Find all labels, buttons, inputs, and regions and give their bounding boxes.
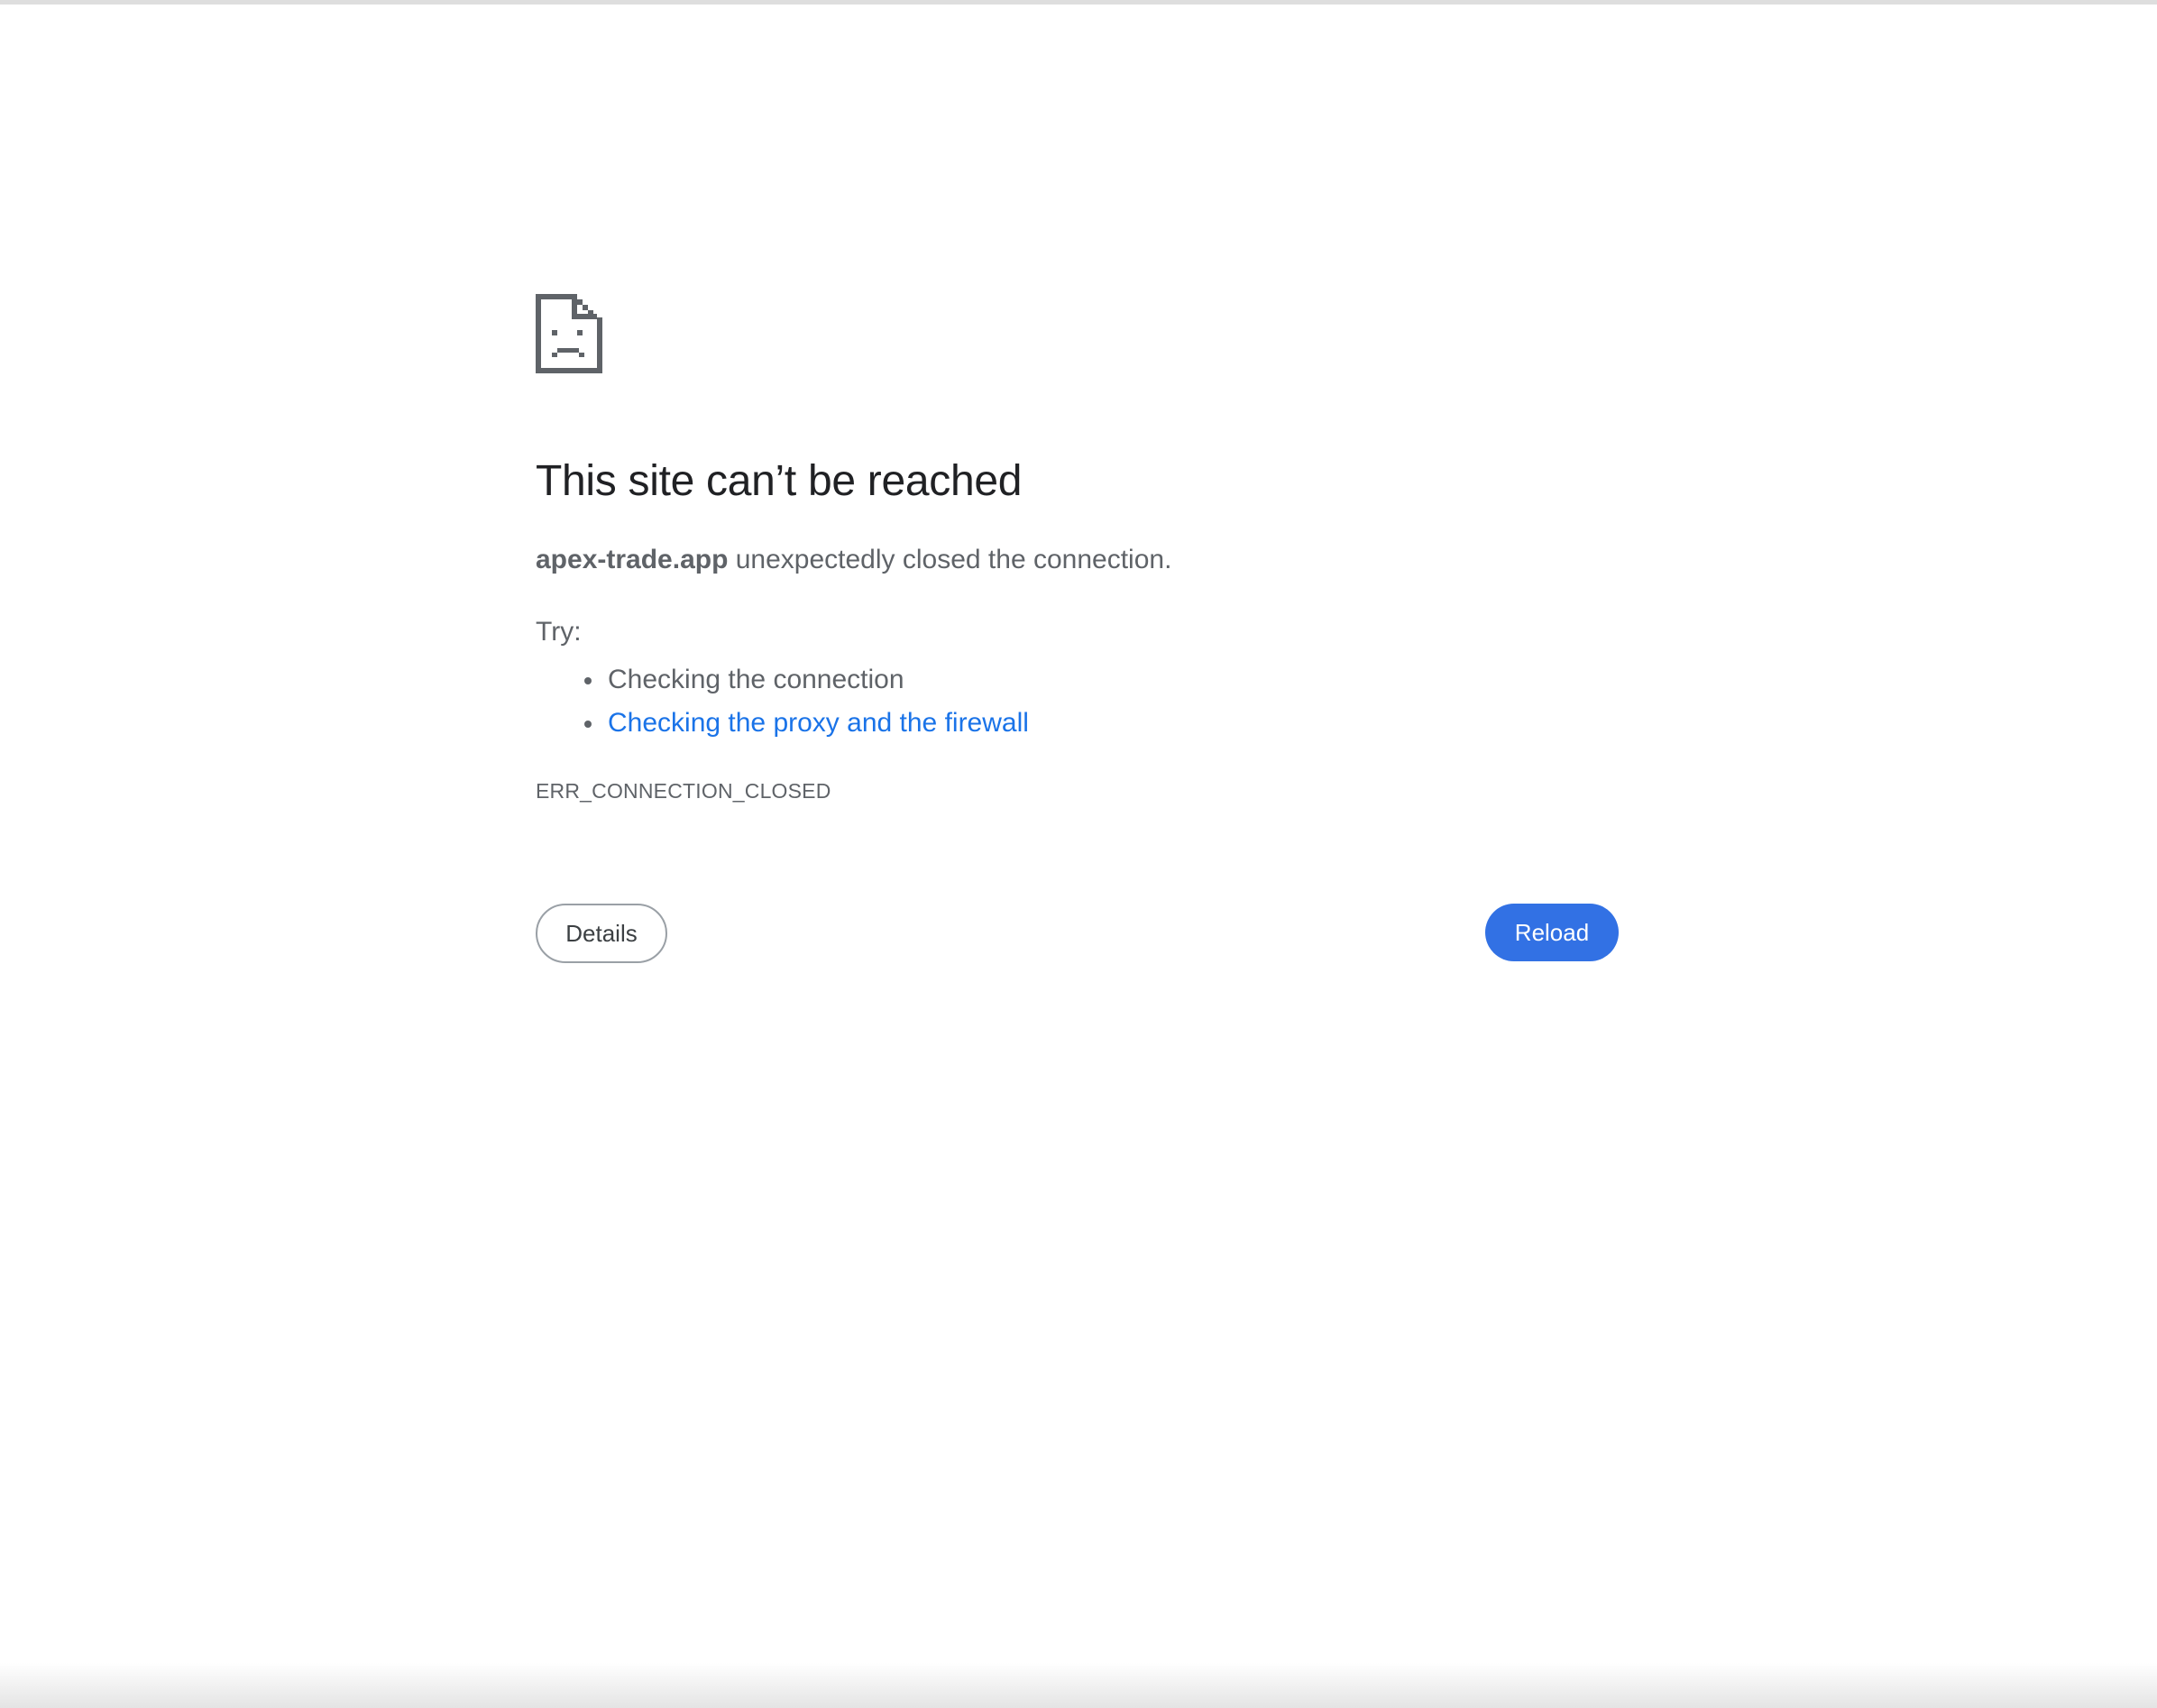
sad-document-icon xyxy=(536,294,602,373)
page-title: This site can’t be reached xyxy=(536,457,1023,505)
reload-button[interactable]: Reload xyxy=(1485,904,1619,961)
details-button[interactable]: Details xyxy=(536,904,667,963)
top-border xyxy=(0,0,2157,5)
host-name: apex-trade.app xyxy=(536,545,729,574)
try-label: Try: xyxy=(536,617,582,647)
bullet-icon xyxy=(584,677,592,684)
suggestion-proxy-firewall-link[interactable]: Checking the proxy and the firewall xyxy=(608,708,1029,738)
error-code: ERR_CONNECTION_CLOSED xyxy=(536,779,831,803)
window-bottom-shadow xyxy=(0,1663,2157,1708)
bullet-icon xyxy=(584,721,592,728)
error-summary: apex-trade.app unexpectedly closed the c… xyxy=(536,545,1171,575)
list-item: Checking the connection xyxy=(536,658,1029,702)
suggestions-list: Checking the connection Checking the pro… xyxy=(536,658,1029,745)
error-summary-text: unexpectedly closed the connection. xyxy=(728,545,1172,574)
suggestion-check-connection: Checking the connection xyxy=(608,665,904,694)
list-item: Checking the proxy and the firewall xyxy=(536,702,1029,745)
